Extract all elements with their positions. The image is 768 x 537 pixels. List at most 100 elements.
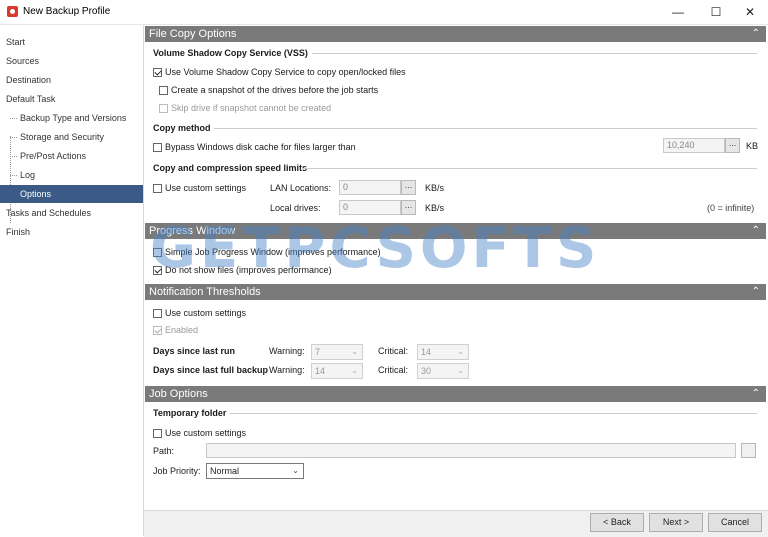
sidebar-item-finish[interactable]: Finish [0,223,143,241]
divider [214,128,757,129]
divider [230,413,757,414]
title-bar: New Backup Profile — ☐ ✕ [0,0,768,25]
chevron-up-icon[interactable]: ⌃ [752,386,760,402]
maximize-button[interactable]: ☐ [698,0,734,24]
chevron-up-icon[interactable]: ⌃ [752,26,760,42]
section-header-notifications[interactable]: Notification Thresholds ⌃ [145,284,766,300]
local-speed-input[interactable]: 0 [339,200,401,215]
section-header-job-options[interactable]: Job Options ⌃ [145,386,766,402]
checkbox-label: Create a snapshot of the drives before t… [171,85,379,95]
sidebar-item-default-task[interactable]: Default Task [0,90,143,108]
back-button[interactable]: < Back [590,513,644,532]
section-title: Job Options [149,388,208,400]
checkbox[interactable] [153,184,162,193]
copy-method-group-label: Copy method [153,123,211,133]
speed-group-label: Copy and compression speed limits [153,163,308,173]
checkbox-label: Skip drive if snapshot cannot be created [171,103,332,113]
chevron-down-icon: ⌄ [292,466,299,475]
cache-size-browse-button[interactable]: ... [725,138,740,153]
sidebar-item-sources[interactable]: Sources [0,52,143,70]
temp-folder-group-label: Temporary folder [153,408,227,418]
local-drives-label: Local drives: [270,203,321,213]
checkbox[interactable] [159,86,168,95]
cache-size-input[interactable]: 10,240 [663,138,725,153]
chevron-up-icon[interactable]: ⌃ [752,223,760,239]
checkbox-label: Use Volume Shadow Copy Service to copy o… [165,67,406,77]
path-browse-button[interactable] [741,443,756,458]
vss-use-checkbox[interactable]: Use Volume Shadow Copy Service to copy o… [153,67,406,77]
section-title: Notification Thresholds [149,286,261,298]
job-priority-select[interactable]: Normal ⌄ [206,463,304,479]
lan-speed-browse-button[interactable]: ... [401,180,416,195]
chevron-up-icon[interactable]: ⌃ [752,284,760,300]
checkbox-label: Bypass Windows disk cache for files larg… [165,142,356,152]
last-run-critical-select[interactable]: 14 ⌄ [417,344,469,360]
notify-custom-checkbox[interactable]: Use custom settings [153,308,246,318]
select-value: 7 [315,347,321,357]
chevron-down-icon: ⌄ [351,366,358,375]
infinite-note: (0 = infinite) [707,203,755,213]
app-icon [7,6,18,17]
path-input[interactable] [206,443,736,458]
window-title: New Backup Profile [23,6,111,17]
cancel-button[interactable]: Cancel [708,513,762,532]
last-run-label: Days since last run [153,346,236,356]
chevron-down-icon: ⌄ [457,366,464,375]
last-full-critical-label: Critical: [378,365,409,375]
checkbox-label: Use custom settings [165,428,247,438]
checkbox[interactable] [153,143,162,152]
chevron-down-icon: ⌄ [351,347,358,356]
close-button[interactable]: ✕ [732,0,768,24]
lan-rate-unit: KB/s [425,183,445,193]
job-custom-checkbox[interactable]: Use custom settings [153,428,246,438]
notify-enabled-checkbox: Enabled [153,325,198,335]
sidebar-item-options[interactable]: Options [0,185,143,203]
checkbox[interactable] [153,68,162,77]
sidebar-item-tasks-schedules[interactable]: Tasks and Schedules [0,204,143,222]
lan-speed-input[interactable]: 0 [339,180,401,195]
next-button[interactable]: Next > [649,513,703,532]
local-speed-browse-button[interactable]: ... [401,200,416,215]
last-full-critical-select[interactable]: 30 ⌄ [417,363,469,379]
sidebar-item-log[interactable]: Log [0,166,143,184]
vss-snapshot-checkbox[interactable]: Create a snapshot of the drives before t… [159,85,378,95]
select-value: 30 [421,366,432,376]
last-full-label: Days since last full backup [153,365,269,375]
sidebar-item-storage-security[interactable]: Storage and Security [0,128,143,146]
last-run-critical-label: Critical: [378,346,409,356]
sidebar-item-pre-post-actions[interactable]: Pre/Post Actions [0,147,143,165]
cache-unit-label: KB [746,141,759,151]
job-priority-label: Job Priority: [153,466,201,476]
lan-locations-label: LAN Locations: [270,183,332,193]
checkbox-label: Enabled [165,325,199,335]
speed-custom-checkbox[interactable]: Use custom settings [153,183,246,193]
vss-skip-checkbox: Skip drive if snapshot cannot be created [159,103,331,113]
checkbox [153,326,162,335]
chevron-down-icon: ⌄ [457,347,464,356]
checkbox[interactable] [153,429,162,438]
vss-group-label: Volume Shadow Copy Service (VSS) [153,48,308,58]
local-rate-unit: KB/s [425,203,445,213]
last-full-warning-label: Warning: [269,365,305,375]
select-value: 14 [315,366,326,376]
sidebar-item-backup-type[interactable]: Backup Type and Versions [0,109,143,127]
section-title: File Copy Options [149,28,237,40]
path-label: Path: [153,446,175,456]
watermark: GETPCSOFTS [150,216,601,281]
last-run-warning-label: Warning: [269,346,305,356]
select-value: 14 [421,347,432,357]
bypass-cache-checkbox[interactable]: Bypass Windows disk cache for files larg… [153,142,356,152]
sidebar-item-destination[interactable]: Destination [0,71,143,89]
sidebar-item-start[interactable]: Start [0,33,143,51]
section-header-file-copy[interactable]: File Copy Options ⌃ [145,26,766,42]
checkbox-label: Use custom settings [165,183,247,193]
divider [302,168,757,169]
last-run-warning-select[interactable]: 7 ⌄ [311,344,363,360]
wizard-footer: < Back Next > Cancel [144,510,768,537]
last-full-warning-select[interactable]: 14 ⌄ [311,363,363,379]
minimize-button[interactable]: — [660,0,696,24]
divider [312,53,757,54]
checkbox[interactable] [153,309,162,318]
sidebar: Start Sources Destination Default Task B… [0,25,144,536]
checkbox [159,104,168,113]
